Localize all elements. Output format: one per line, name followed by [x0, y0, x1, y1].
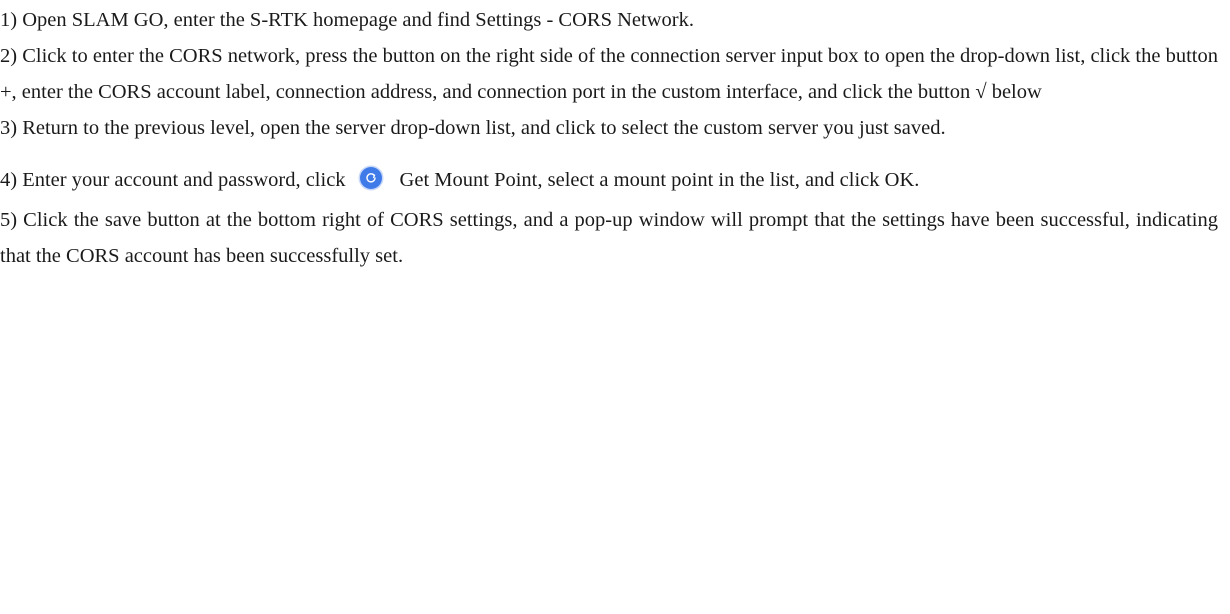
- refresh-icon: [359, 167, 382, 189]
- step-3: 3) Return to the previous level, open th…: [0, 117, 946, 139]
- step-1: 1) Open SLAM GO, enter the S-RTK homepag…: [0, 9, 694, 31]
- step-2: 2) Click to enter the CORS network, pres…: [0, 45, 1218, 103]
- step-4-text-before: 4) Enter your account and password, clic…: [0, 169, 346, 191]
- document-body: 1) Open SLAM GO, enter the S-RTK homepag…: [0, 0, 1230, 274]
- step-4: 4) Enter your account and password, clic…: [0, 158, 1218, 202]
- step-4-text-after: Get Mount Point, select a mount point in…: [399, 169, 920, 191]
- step-5: 5) Click the save button at the bottom r…: [0, 209, 1218, 267]
